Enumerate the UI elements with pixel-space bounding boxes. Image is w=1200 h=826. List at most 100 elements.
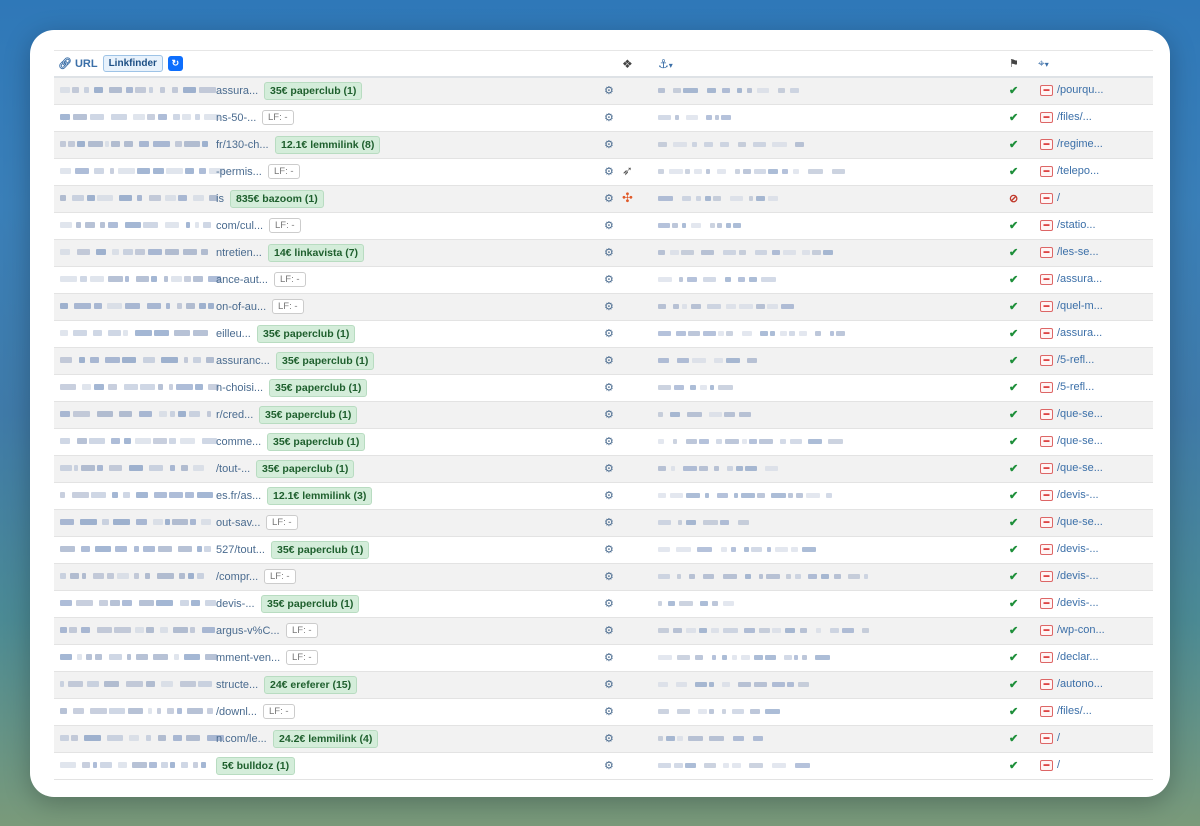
- table-row[interactable]: com/cul... LF: - ⚙︎ ✔ ▬ /statio...: [54, 213, 1153, 240]
- url-sort-header[interactable]: 🔗︎ URL: [58, 57, 98, 71]
- table-row[interactable]: assuranc... 35€ paperclub (1) ⚙︎ ✔ ▬ /5-refl.…: [54, 348, 1153, 375]
- table-row[interactable]: n.com/le... 24.2€ lemmilink (4) ⚙︎ ✔ ▬ /: [54, 726, 1153, 753]
- source-url[interactable]: fr/130-ch...: [216, 139, 269, 151]
- target-path[interactable]: ▬ /que-se...: [1040, 516, 1103, 528]
- source-url[interactable]: assuranc...: [216, 355, 270, 367]
- gear-icon[interactable]: ⚙︎: [604, 111, 614, 124]
- gear-icon[interactable]: ⚙︎: [604, 354, 614, 367]
- gear-icon[interactable]: ⚙︎: [604, 516, 614, 529]
- table-row[interactable]: /compr... LF: - ⚙︎ ✔ ▬ /devis-...: [54, 564, 1153, 591]
- gear-icon[interactable]: ⚙︎: [604, 246, 614, 259]
- table-row[interactable]: devis-... 35€ paperclub (1) ⚙︎ ✔ ▬ /devis-...: [54, 591, 1153, 618]
- source-url[interactable]: on-of-au...: [216, 301, 266, 313]
- table-row[interactable]: ntretien... 14€ linkavista (7) ⚙︎ ✔ ▬ /les-se…: [54, 240, 1153, 267]
- target-path[interactable]: ▬ /assura...: [1040, 327, 1102, 339]
- gear-icon[interactable]: ⚙︎: [604, 165, 614, 178]
- source-url[interactable]: 527/tout...: [216, 544, 265, 556]
- table-row[interactable]: comme... 35€ paperclub (1) ⚙︎ ✔ ▬ /que-se...: [54, 429, 1153, 456]
- table-row[interactable]: mment-ven... LF: - ⚙︎ ✔ ▬ /declar...: [54, 645, 1153, 672]
- target-path[interactable]: ▬ /que-se...: [1040, 462, 1103, 474]
- source-url[interactable]: eilleu...: [216, 328, 251, 340]
- target-path[interactable]: ▬ /les-se...: [1040, 246, 1099, 258]
- table-row[interactable]: eilleu... 35€ paperclub (1) ⚙︎ ✔ ▬ /assura...: [54, 321, 1153, 348]
- target-path[interactable]: ▬ /: [1040, 192, 1060, 204]
- source-url[interactable]: structe...: [216, 679, 258, 691]
- gear-icon[interactable]: ⚙︎: [604, 138, 614, 151]
- target-path[interactable]: ▬ /que-se...: [1040, 408, 1103, 420]
- gear-icon[interactable]: ⚙︎: [604, 462, 614, 475]
- gear-icon[interactable]: ⚙︎: [604, 273, 614, 286]
- anchor-sort-header[interactable]: ⚓︎▾: [658, 57, 673, 71]
- table-row[interactable]: argus-v%C... LF: - ⚙︎ ✔ ▬ /wp-con...: [54, 618, 1153, 645]
- target-sort-header[interactable]: ⌖▾: [1038, 56, 1049, 71]
- table-row[interactable]: -permis... LF: - ⚙︎ ➶ ✔ ▬ /telepo...: [54, 159, 1153, 186]
- target-path[interactable]: ▬ /que-se...: [1040, 435, 1103, 447]
- table-row[interactable]: n-choisi... 35€ paperclub (1) ⚙︎ ✔ ▬ /5-refl.…: [54, 375, 1153, 402]
- target-path[interactable]: ▬ /statio...: [1040, 219, 1096, 231]
- table-row[interactable]: ance-aut... LF: - ⚙︎ ✔ ▬ /assura...: [54, 267, 1153, 294]
- table-row[interactable]: /tout-... 35€ paperclub (1) ⚙︎ ✔ ▬ /que-se...: [54, 456, 1153, 483]
- target-path[interactable]: ▬ /devis-...: [1040, 489, 1099, 501]
- gear-icon[interactable]: ⚙︎: [604, 705, 614, 718]
- table-row[interactable]: es.fr/as... 12.1€ lemmilink (3) ⚙︎ ✔ ▬ /devis…: [54, 483, 1153, 510]
- target-path[interactable]: ▬ /autono...: [1040, 678, 1103, 690]
- gear-icon[interactable]: ⚙︎: [604, 570, 614, 583]
- gear-icon[interactable]: ⚙︎: [604, 84, 614, 97]
- gear-icon[interactable]: ⚙︎: [604, 678, 614, 691]
- source-url[interactable]: devis-...: [216, 598, 255, 610]
- table-row[interactable]: structe... 24€ ereferer (15) ⚙︎ ✔ ▬ /autono..…: [54, 672, 1153, 699]
- source-url[interactable]: /compr...: [216, 571, 258, 583]
- table-row[interactable]: r/cred... 35€ paperclub (1) ⚙︎ ✔ ▬ /que-se...: [54, 402, 1153, 429]
- gear-icon[interactable]: ⚙︎: [604, 327, 614, 340]
- source-url[interactable]: es.fr/as...: [216, 490, 261, 502]
- gear-icon[interactable]: ⚙︎: [604, 489, 614, 502]
- target-path[interactable]: ▬ /regime...: [1040, 138, 1103, 150]
- gear-icon[interactable]: ⚙︎: [604, 300, 614, 313]
- gear-icon[interactable]: ⚙︎: [604, 732, 614, 745]
- gear-icon[interactable]: ⚙︎: [604, 408, 614, 421]
- gear-icon[interactable]: ⚙︎: [604, 543, 614, 556]
- table-row[interactable]: 5€ bulldoz (1) ⚙︎ ✔ ▬ /: [54, 753, 1153, 780]
- target-path[interactable]: ▬ /: [1040, 732, 1060, 744]
- gear-icon[interactable]: ⚙︎: [604, 597, 614, 610]
- table-row[interactable]: on-of-au... LF: - ⚙︎ ✔ ▬ /quel-m...: [54, 294, 1153, 321]
- gear-icon[interactable]: ⚙︎: [604, 192, 614, 205]
- source-url[interactable]: assura...: [216, 85, 258, 97]
- source-url[interactable]: -permis...: [216, 166, 262, 178]
- source-url[interactable]: /tout-...: [216, 463, 250, 475]
- target-path[interactable]: ▬ /telepo...: [1040, 165, 1099, 177]
- source-url[interactable]: n.com/le...: [216, 733, 267, 745]
- gear-icon[interactable]: ⚙︎: [604, 381, 614, 394]
- gear-icon[interactable]: ⚙︎: [604, 651, 614, 664]
- target-path[interactable]: ▬ /pourqu...: [1040, 84, 1103, 96]
- target-path[interactable]: ▬ /devis-...: [1040, 570, 1099, 582]
- refresh-button[interactable]: ↻: [167, 56, 183, 71]
- gear-icon[interactable]: ⚙︎: [604, 759, 614, 772]
- source-url[interactable]: ns-50-...: [216, 112, 256, 124]
- target-path[interactable]: ▬ /5-refl...: [1040, 381, 1094, 393]
- source-url[interactable]: comme...: [216, 436, 261, 448]
- gear-icon[interactable]: ⚙︎: [604, 435, 614, 448]
- target-path[interactable]: ▬ /devis-...: [1040, 543, 1099, 555]
- target-path[interactable]: ▬ /5-refl...: [1040, 354, 1094, 366]
- table-row[interactable]: /downl... LF: - ⚙︎ ✔ ▬ /files/...: [54, 699, 1153, 726]
- target-path[interactable]: ▬ /quel-m...: [1040, 300, 1103, 312]
- gear-icon[interactable]: ⚙︎: [604, 624, 614, 637]
- table-row[interactable]: out-sav... LF: - ⚙︎ ✔ ▬ /que-se...: [54, 510, 1153, 537]
- source-url[interactable]: /downl...: [216, 706, 257, 718]
- source-url[interactable]: out-sav...: [216, 517, 260, 529]
- source-url[interactable]: mment-ven...: [216, 652, 280, 664]
- target-path[interactable]: ▬ /files/...: [1040, 111, 1092, 123]
- table-row[interactable]: is 835€ bazoom (1) ⚙︎ ✣ ⊘ ▬ /: [54, 186, 1153, 213]
- target-path[interactable]: ▬ /declar...: [1040, 651, 1099, 663]
- target-path[interactable]: ▬ /assura...: [1040, 273, 1102, 285]
- table-row[interactable]: ns-50-... LF: - ⚙︎ ✔ ▬ /files/...: [54, 105, 1153, 132]
- linkfinder-button[interactable]: Linkfinder: [102, 55, 163, 72]
- gear-icon[interactable]: ⚙︎: [604, 219, 614, 232]
- source-url[interactable]: argus-v%C...: [216, 625, 280, 637]
- target-path[interactable]: ▬ /devis-...: [1040, 597, 1099, 609]
- target-path[interactable]: ▬ /wp-con...: [1040, 624, 1105, 636]
- target-path[interactable]: ▬ /files/...: [1040, 705, 1092, 717]
- source-url[interactable]: r/cred...: [216, 409, 253, 421]
- source-url[interactable]: is: [216, 193, 224, 205]
